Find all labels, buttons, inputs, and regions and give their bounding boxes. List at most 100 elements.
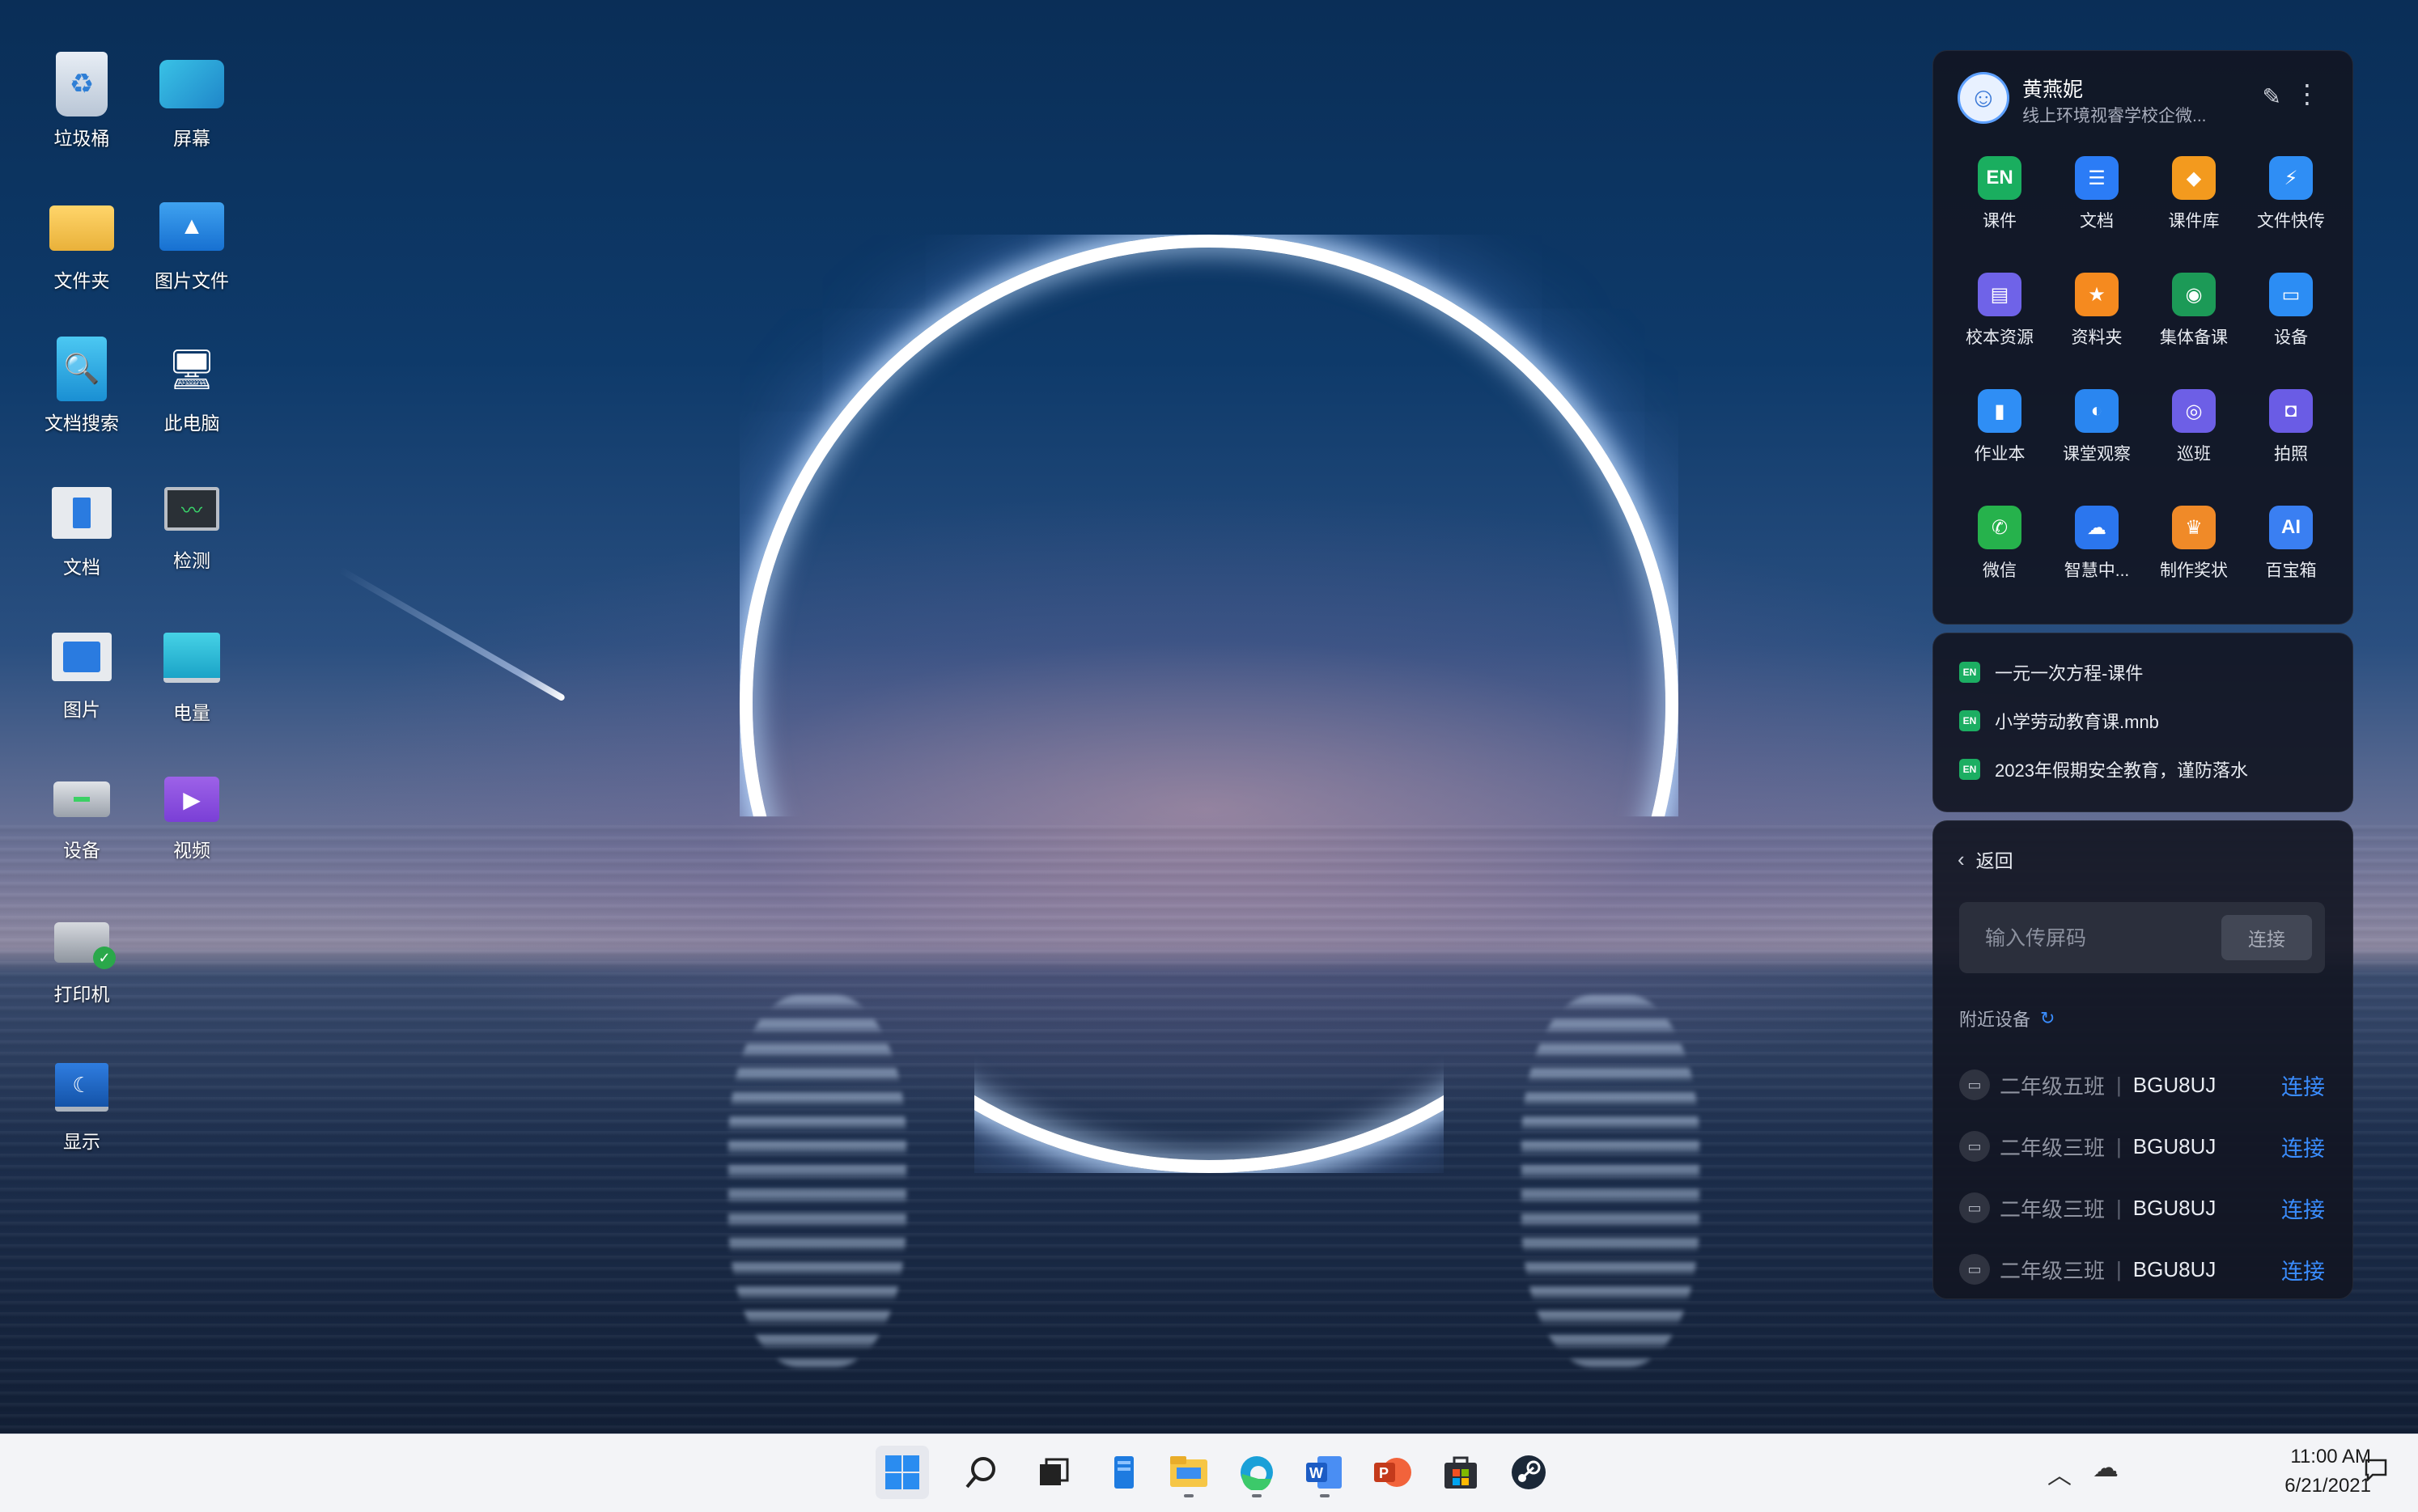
app-tile[interactable]: ◘ 拍照 xyxy=(2242,389,2340,473)
system-clock[interactable]: 11:00 AM 6/21/2021 xyxy=(2217,1446,2371,1497)
app-tile[interactable]: ◎ 巡班 xyxy=(2145,389,2242,473)
nearby-device-row: ▭ 二年级三班 | BGU8UJ 连接 xyxy=(1959,1184,2325,1232)
widgets-icon xyxy=(1114,1456,1134,1489)
nearby-device-row: ▭ 二年级五班 | BGU8UJ 连接 xyxy=(1959,1061,2325,1109)
app-tile[interactable]: ◆ 课件库 xyxy=(2145,156,2242,240)
app-label: 校本资源 xyxy=(1966,328,2034,347)
powerpoint-button[interactable]: P xyxy=(1366,1446,1419,1499)
desktop-icon-picture[interactable]: 图片 xyxy=(29,625,134,722)
device-code: BGU8UJ xyxy=(2132,1133,2216,1158)
app-label: 百宝箱 xyxy=(2265,561,2317,580)
app-tile[interactable]: ☰ 文档 xyxy=(2048,156,2145,240)
app-tile[interactable]: ☁ 智慧中... xyxy=(2048,506,2145,590)
app-tile[interactable]: EN 课件 xyxy=(1951,156,2048,240)
app-tile[interactable]: ▤ 校本资源 xyxy=(1951,273,2048,357)
device-connect-link[interactable]: 连接 xyxy=(2281,1069,2325,1101)
running-indicator xyxy=(1320,1494,1330,1497)
screen-cast-panel: ‹ 返回 连接 附近设备 ↻ ▭ 二年级五班 | BGU8UJ 连接 ▭ 二年级… xyxy=(1932,820,2353,1299)
pictures-folder-icon: ▲ xyxy=(159,202,224,251)
taskbar-search-button[interactable] xyxy=(955,1446,1008,1499)
store-icon xyxy=(1444,1456,1477,1489)
desktop-icon-folder[interactable]: 文件夹 xyxy=(29,194,134,293)
start-button[interactable] xyxy=(876,1446,929,1499)
show-hidden-icons-chevron-up-icon[interactable]: ︿ xyxy=(2047,1455,2072,1491)
app-tile[interactable]: ✆ 微信 xyxy=(1951,506,2048,590)
desktop-icon-doc-search[interactable]: 🔍 文档搜索 xyxy=(29,337,134,435)
app-tile[interactable]: ◐ 课堂观察 xyxy=(2048,389,2145,473)
refresh-icon[interactable]: ↻ xyxy=(2040,1008,2055,1029)
printer-icon: ✓ xyxy=(54,922,116,969)
separator: | xyxy=(2116,1072,2122,1097)
desktop-icon-this-pc[interactable]: 🖥 此电脑 xyxy=(139,337,244,435)
desktop-icon-screen[interactable]: 屏幕 xyxy=(139,52,244,150)
app-label: 资料夹 xyxy=(2071,328,2123,347)
app-label: 拍照 xyxy=(2274,445,2308,464)
app-label: 微信 xyxy=(1983,561,2017,580)
recent-file-item[interactable]: EN 小学劳动教育课.mnb xyxy=(1959,705,2159,737)
task-view-button[interactable] xyxy=(1026,1446,1080,1499)
recycle-bin-icon: ♻ xyxy=(56,52,108,116)
device-connect-link[interactable]: 连接 xyxy=(2281,1131,2325,1163)
running-indicator xyxy=(1184,1494,1194,1497)
desktop-icon-document[interactable]: 文档 xyxy=(29,481,134,579)
clock-time: 11:00 AM xyxy=(2290,1446,2371,1468)
edit-icon[interactable]: ✎ xyxy=(2263,83,2281,110)
app-tile[interactable]: ★ 资料夹 xyxy=(2048,273,2145,357)
app-label: 文档 xyxy=(2080,212,2114,231)
desktop-icon-label: 打印机 xyxy=(53,984,110,1005)
desktop-icon-label: 屏幕 xyxy=(173,128,210,149)
svg-text:P: P xyxy=(1379,1465,1389,1481)
recent-file-item[interactable]: EN 2023年假期安全教育，谨防落水 xyxy=(1959,753,2248,786)
doc-search-icon: 🔍 xyxy=(57,337,107,401)
recent-file-item[interactable]: EN 一元一次方程-课件 xyxy=(1959,656,2143,688)
nearby-devices-label: 附近设备 xyxy=(1959,1010,2031,1030)
more-options-icon[interactable]: ⋮ xyxy=(2294,78,2320,109)
app-label: 课件 xyxy=(1983,212,2017,231)
device-code: BGU8UJ xyxy=(2132,1256,2216,1281)
edge-button[interactable] xyxy=(1230,1446,1283,1499)
app-icon: ◆ xyxy=(2172,156,2216,200)
app-label: 集体备课 xyxy=(2160,328,2228,347)
desktop-icon-label: 显示 xyxy=(63,1131,100,1152)
file-explorer-button[interactable] xyxy=(1162,1446,1215,1499)
device-code: BGU8UJ xyxy=(2132,1072,2216,1097)
cast-code-connect-button[interactable]: 连接 xyxy=(2221,915,2312,960)
screen-device-icon: ▭ xyxy=(1959,1254,1990,1285)
device-connect-link[interactable]: 连接 xyxy=(2281,1254,2325,1285)
desktop-icon-video[interactable]: ▶ 视频 xyxy=(139,767,244,862)
widgets-button[interactable] xyxy=(1097,1446,1151,1499)
separator: | xyxy=(2116,1133,2122,1158)
desktop-icon-printer[interactable]: ✓ 打印机 xyxy=(29,911,134,1006)
onedrive-cloud-icon[interactable]: ☁ xyxy=(2093,1452,2119,1483)
cast-code-input[interactable] xyxy=(1983,902,2229,975)
screen-device-icon: ▭ xyxy=(1959,1192,1990,1223)
word-button[interactable]: W xyxy=(1298,1446,1351,1499)
desktop-icon-display[interactable]: ☾ 显示 xyxy=(29,1053,134,1154)
avatar[interactable]: ☺ xyxy=(1958,72,2009,124)
desktop-icon-pictures-folder[interactable]: ▲ 图片文件 xyxy=(139,194,244,293)
desktop-icon-label: 设备 xyxy=(63,840,100,861)
app-label: 智慧中... xyxy=(2064,561,2130,580)
app-tile[interactable]: AI 百宝箱 xyxy=(2242,506,2340,590)
recent-file-label: 小学劳动教育课.mnb xyxy=(1995,712,2159,732)
word-icon: W xyxy=(1306,1456,1342,1489)
back-button[interactable]: ‹ 返回 xyxy=(1958,845,2013,873)
desktop-icon-battery[interactable]: 电量 xyxy=(139,625,244,725)
device-connect-link[interactable]: 连接 xyxy=(2281,1192,2325,1224)
app-tile[interactable]: ♛ 制作奖状 xyxy=(2145,506,2242,590)
desktop-icon-label: 文档 xyxy=(63,557,100,578)
app-tile[interactable]: ▭ 设备 xyxy=(2242,273,2340,357)
app-tile[interactable]: ▮ 作业本 xyxy=(1951,389,2048,473)
store-button[interactable] xyxy=(1434,1446,1487,1499)
desktop-icon-monitor[interactable]: 〰 检测 xyxy=(139,481,244,573)
notification-center-icon[interactable] xyxy=(2365,1459,2387,1481)
desktop-icon-label: 检测 xyxy=(173,550,210,571)
app-tile[interactable]: ◉ 集体备课 xyxy=(2145,273,2242,357)
app-tile[interactable]: ⚡ 文件快传 xyxy=(2242,156,2340,240)
desktop-icon-label: 此电脑 xyxy=(163,413,220,434)
app-icon: ◉ xyxy=(2172,273,2216,316)
desktop-icon-recycle-bin[interactable]: ♻ 垃圾桶 xyxy=(29,52,134,150)
user-organization: 线上环境视睿学校企微... xyxy=(2022,107,2207,125)
steam-button[interactable] xyxy=(1502,1446,1555,1499)
desktop-icon-device[interactable]: 设备 xyxy=(29,767,134,862)
